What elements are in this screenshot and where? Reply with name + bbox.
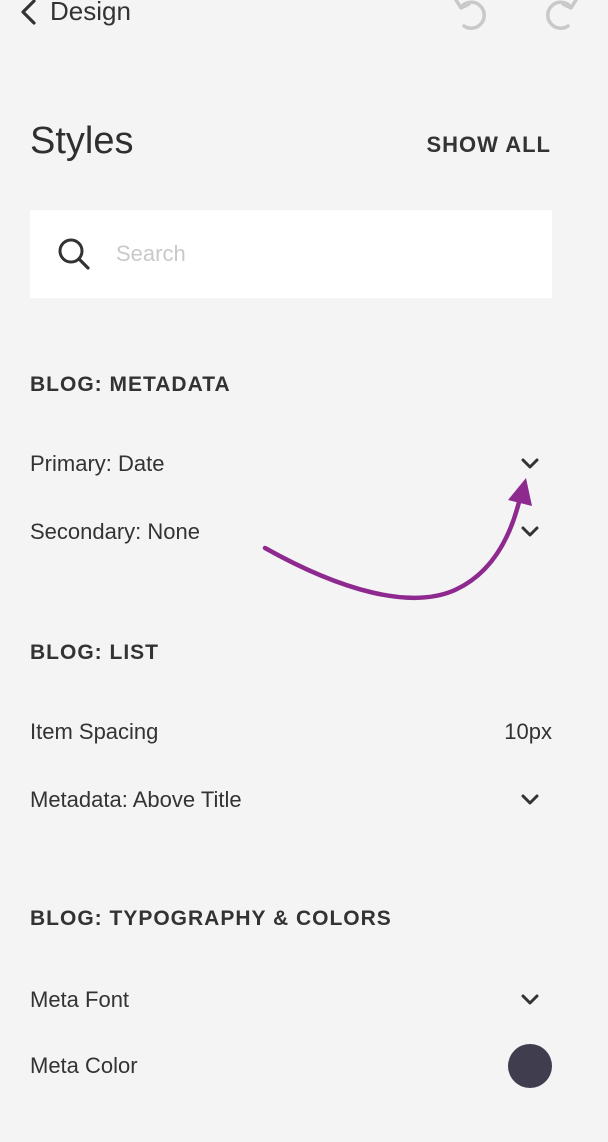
primary-metadata-label: Primary: Date (30, 451, 165, 476)
item-spacing-label: Item Spacing (30, 719, 159, 744)
meta-font-select[interactable]: Meta Font (30, 980, 552, 1020)
meta-color-label: Meta Color (30, 1053, 138, 1078)
search-box[interactable] (30, 210, 552, 298)
undo-icon[interactable] (452, 0, 492, 32)
chevron-left-icon (21, 0, 36, 25)
chevron-down-icon[interactable] (520, 993, 540, 1007)
meta-font-label: Meta Font (30, 987, 130, 1012)
secondary-metadata-select[interactable]: Secondary: None (30, 512, 552, 552)
search-input[interactable] (116, 241, 516, 267)
top-bar: Design (0, 0, 608, 40)
primary-metadata-select[interactable]: Primary: Date (30, 444, 552, 484)
meta-color-swatch[interactable] (508, 1044, 552, 1088)
chevron-down-icon[interactable] (520, 457, 540, 471)
section-title-typography: BLOG: TYPOGRAPHY & COLORS (30, 907, 392, 930)
item-spacing-setting[interactable]: Item Spacing 10px (30, 712, 552, 752)
metadata-position-select[interactable]: Metadata: Above Title (30, 780, 552, 820)
metadata-position-label: Metadata: Above Title (30, 787, 242, 812)
section-title-list: BLOG: LIST (30, 641, 159, 664)
secondary-metadata-label: Secondary: None (30, 519, 200, 544)
meta-color-setting[interactable]: Meta Color (30, 1044, 552, 1088)
back-button[interactable]: Design (18, 0, 131, 27)
annotation-arrow (262, 478, 532, 601)
page-title: Styles (30, 120, 134, 162)
show-all-button[interactable]: SHOW ALL (427, 132, 552, 158)
chevron-down-icon[interactable] (520, 525, 540, 539)
section-title-metadata: BLOG: METADATA (30, 373, 231, 396)
search-icon (58, 238, 90, 270)
item-spacing-value[interactable]: 10px (504, 719, 552, 745)
redo-icon[interactable] (540, 0, 580, 32)
back-label: Design (50, 0, 131, 26)
chevron-down-icon[interactable] (520, 793, 540, 807)
